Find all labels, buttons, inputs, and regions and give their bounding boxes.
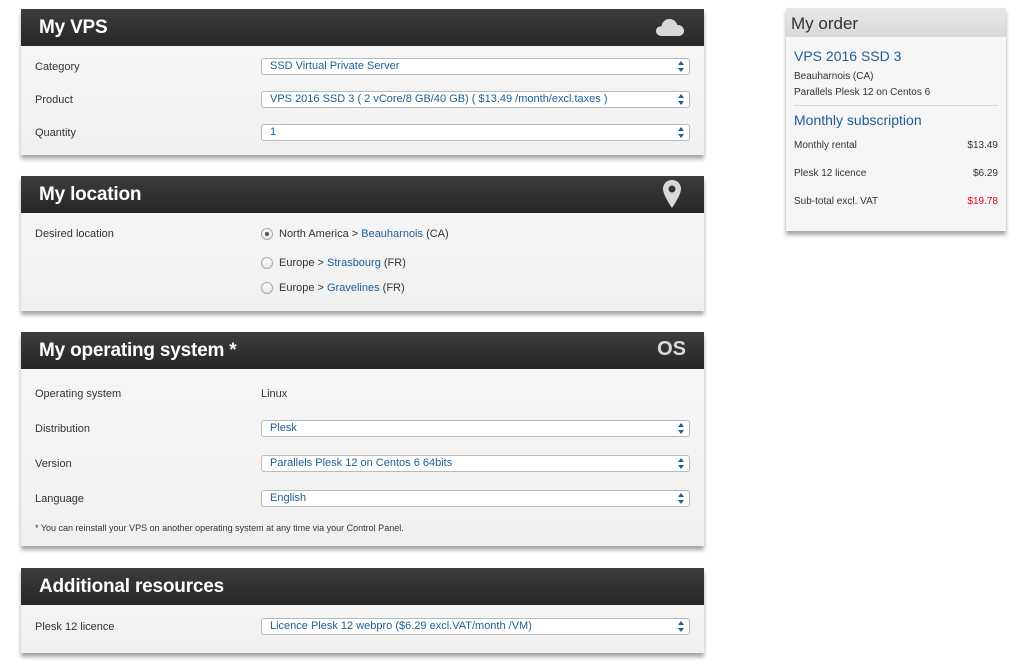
select-arrows-icon xyxy=(678,94,684,105)
location-region: North America > xyxy=(279,228,362,241)
quantity-row: Quantity 1 xyxy=(21,121,704,147)
order-os: Parallels Plesk 12 on Centos 6 xyxy=(794,87,931,98)
radio-checked[interactable] xyxy=(261,228,273,241)
order-product-name: VPS 2016 SSD 3 xyxy=(794,48,902,64)
category-label: Category xyxy=(35,61,80,73)
order-divider xyxy=(794,105,998,106)
location-panel-title: My location xyxy=(39,184,142,205)
language-select[interactable]: English xyxy=(261,490,690,507)
location-option-gravelines[interactable]: Europe > Gravelines (FR) xyxy=(261,282,405,298)
select-arrows-icon xyxy=(678,458,684,469)
os-footnote: * You can reinstall your VPS on another … xyxy=(35,523,404,533)
category-select[interactable]: SSD Virtual Private Server xyxy=(261,58,690,75)
version-row: Version Parallels Plesk 12 on Centos 6 6… xyxy=(21,452,704,478)
order-title: My order xyxy=(791,14,859,33)
distribution-row: Distribution Plesk xyxy=(21,417,704,443)
product-select[interactable]: VPS 2016 SSD 3 ( 2 vCore/8 GB/40 GB) ( $… xyxy=(261,91,690,108)
distribution-select[interactable]: Plesk xyxy=(261,420,690,437)
os-label: Operating system xyxy=(35,388,122,400)
version-label: Version xyxy=(35,458,72,470)
select-arrows-icon xyxy=(678,423,684,434)
os-panel-header: My operating system * OS xyxy=(21,332,704,369)
version-select[interactable]: Parallels Plesk 12 on Centos 6 64bits xyxy=(261,455,690,472)
location-city-link[interactable]: Beauharnois xyxy=(361,228,423,240)
os-value: Linux xyxy=(261,388,288,400)
os-icon: OS xyxy=(657,338,686,360)
radio-unchecked[interactable] xyxy=(261,282,273,295)
quantity-select[interactable]: 1 xyxy=(261,124,690,141)
order-item-label: Plesk 12 licence xyxy=(794,168,867,179)
os-row: Operating system Linux xyxy=(21,382,704,408)
order-item-subtotal: Sub-total excl. VAT $19.78 xyxy=(794,196,998,207)
distribution-select-value: Plesk xyxy=(270,422,297,434)
radio-unchecked[interactable] xyxy=(261,257,273,270)
language-select-value: English xyxy=(270,492,307,504)
map-pin-icon xyxy=(662,179,682,214)
location-region: Europe > xyxy=(279,282,328,295)
location-city-link[interactable]: Gravelines xyxy=(327,282,380,294)
order-summary: My order VPS 2016 SSD 3 Beauharnois (CA)… xyxy=(786,8,1006,231)
order-item-label: Monthly rental xyxy=(794,140,857,151)
order-header: My order xyxy=(786,8,1006,37)
order-subtotal-amount: $19.78 xyxy=(967,196,998,207)
language-label: Language xyxy=(35,493,84,505)
select-arrows-icon xyxy=(678,621,684,632)
select-arrows-icon xyxy=(678,61,684,72)
plesk-licence-select[interactable]: Licence Plesk 12 webpro ($6.29 excl.VAT/… xyxy=(261,618,690,635)
order-item-amount: $13.49 xyxy=(967,140,998,151)
location-option-strasbourg[interactable]: Europe > Strasbourg (FR) xyxy=(261,257,406,273)
language-row: Language English xyxy=(21,487,704,513)
location-code: (FR) xyxy=(379,282,405,295)
plesk-licence-select-value: Licence Plesk 12 webpro ($6.29 excl.VAT/… xyxy=(270,620,532,632)
location-city-link[interactable]: Strasbourg xyxy=(327,257,381,269)
plesk-licence-row: Plesk 12 licence Licence Plesk 12 webpro… xyxy=(21,615,704,641)
order-location: Beauharnois (CA) xyxy=(794,71,874,82)
os-panel: My operating system * OS Operating syste… xyxy=(21,332,704,546)
category-select-value: SSD Virtual Private Server xyxy=(270,60,400,72)
quantity-select-value: 1 xyxy=(270,126,277,138)
vps-panel-header: My VPS xyxy=(21,9,704,46)
order-item-label: Sub-total excl. VAT xyxy=(794,196,879,207)
location-code: (CA) xyxy=(423,228,449,241)
distribution-label: Distribution xyxy=(35,423,91,435)
location-option-beauharnois[interactable]: North America > Beauharnois (CA) xyxy=(261,228,449,244)
category-row: Category SSD Virtual Private Server xyxy=(21,55,704,81)
product-row: Product VPS 2016 SSD 3 ( 2 vCore/8 GB/40… xyxy=(21,88,704,114)
order-item-monthly-rental: Monthly rental $13.49 xyxy=(794,140,998,151)
select-arrows-icon xyxy=(678,493,684,504)
order-subscription-title: Monthly subscription xyxy=(794,112,922,128)
resources-panel-header: Additional resources xyxy=(21,568,704,605)
version-select-value: Parallels Plesk 12 on Centos 6 64bits xyxy=(270,457,453,469)
location-code: (FR) xyxy=(380,257,406,270)
resources-panel-title: Additional resources xyxy=(39,576,224,597)
quantity-label: Quantity xyxy=(35,127,76,139)
vps-panel-title: My VPS xyxy=(39,17,108,38)
location-panel-header: My location xyxy=(21,176,704,213)
location-panel: My location Desired location North Ameri… xyxy=(21,176,704,311)
os-panel-title: My operating system * xyxy=(39,340,237,361)
desired-location-label: Desired location xyxy=(35,228,114,240)
vps-panel: My VPS Category SSD Virtual Private Serv… xyxy=(21,9,704,155)
order-item-plesk-licence: Plesk 12 licence $6.29 xyxy=(794,168,998,179)
product-label: Product xyxy=(35,94,73,106)
select-arrows-icon xyxy=(678,127,684,138)
order-item-amount: $6.29 xyxy=(972,168,998,179)
location-region: Europe > xyxy=(279,257,328,270)
plesk-licence-label: Plesk 12 licence xyxy=(35,621,115,633)
resources-panel: Additional resources Plesk 12 licence Li… xyxy=(21,568,704,653)
cloud-icon xyxy=(654,14,686,45)
product-select-value: VPS 2016 SSD 3 ( 2 vCore/8 GB/40 GB) ( $… xyxy=(270,93,608,105)
